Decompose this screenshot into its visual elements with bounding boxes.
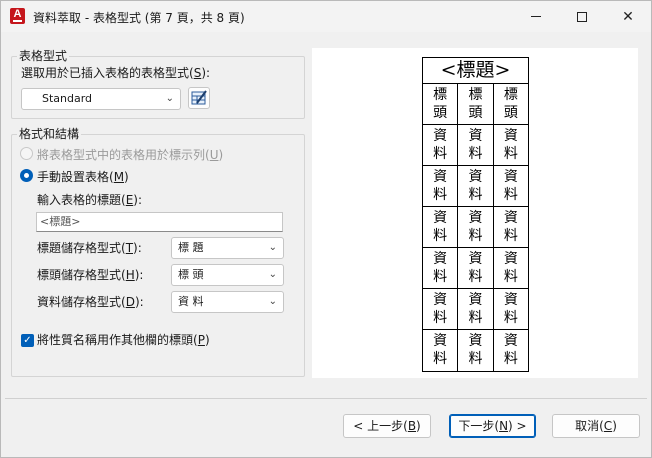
preview-data-cell: 資料 xyxy=(503,128,518,162)
preview-header-row: 標頭標頭標頭 xyxy=(423,84,528,125)
autocad-app-icon: A xyxy=(10,8,25,24)
window-title: 資料萃取 - 表格型式 (第 7 頁，共 8 頁) xyxy=(33,11,245,25)
property-name-header-checkbox[interactable]: ✓ xyxy=(21,334,34,347)
table-title-input[interactable]: <標題> xyxy=(36,212,283,232)
header-cell-style-label: 標頭儲存格型式(H): xyxy=(37,268,144,282)
header-cell-style-value: 標 頭 xyxy=(178,268,204,281)
preview-data-row: 資料資料資料 xyxy=(423,207,528,248)
use-table-style-radio[interactable] xyxy=(20,147,33,160)
table-style-edit-icon xyxy=(191,90,207,105)
data-cell-style-dropdown[interactable]: 資 料 ⌄ xyxy=(171,291,284,313)
chevron-down-icon: ⌄ xyxy=(268,296,277,307)
table-preview-panel: <標題> 標頭標頭標頭資料資料資料資料資料資料資料資料資料資料資料資料資料資料資… xyxy=(312,48,638,378)
manual-setup-label: 手動設置表格(M) xyxy=(37,170,129,184)
preview-data-cell: 資料 xyxy=(423,248,459,288)
cancel-button[interactable]: 取消(C) xyxy=(552,414,640,438)
preview-data-cell: 資料 xyxy=(503,210,518,244)
preview-data-cell: 資料 xyxy=(423,289,459,329)
preview-data-row: 資料資料資料 xyxy=(423,248,528,289)
preview-data-cell: 資料 xyxy=(458,207,494,247)
preview-data-row: 資料資料資料 xyxy=(423,330,528,371)
preview-data-cell: 資料 xyxy=(503,251,518,285)
preview-header-cell: 標頭 xyxy=(423,84,459,124)
close-icon: ✕ xyxy=(622,8,634,25)
minimize-button[interactable] xyxy=(513,1,559,32)
preview-data-cell: 資料 xyxy=(503,292,518,326)
manual-setup-radio[interactable] xyxy=(20,169,33,182)
table-style-group-title: 表格型式 xyxy=(17,47,70,64)
preview-title-cell: <標題> xyxy=(423,58,528,84)
checkmark-icon: ✓ xyxy=(23,335,32,346)
chevron-down-icon: ⌄ xyxy=(268,269,277,280)
table-style-dropdown[interactable]: Standard ⌄ xyxy=(21,88,181,110)
separator xyxy=(5,398,647,399)
preview-data-cell: 資料 xyxy=(458,330,494,371)
preview-data-row: 資料資料資料 xyxy=(423,166,528,207)
preview-header-cell: 標頭 xyxy=(503,87,518,121)
preview-data-cell: 資料 xyxy=(458,166,494,206)
table-style-value: Standard xyxy=(42,92,93,105)
table-preview: <標題> 標頭標頭標頭資料資料資料資料資料資料資料資料資料資料資料資料資料資料資… xyxy=(422,57,529,372)
preview-data-cell: 資料 xyxy=(503,333,518,367)
use-table-style-label: 將表格型式中的表格用於標示列(U) xyxy=(37,148,224,162)
table-title-prompt: 輸入表格的標題(E): xyxy=(37,193,143,207)
close-button[interactable]: ✕ xyxy=(605,1,651,32)
preview-data-cell: 資料 xyxy=(423,166,459,206)
chevron-down-icon: ⌄ xyxy=(268,242,277,253)
title-cell-style-label: 標題儲存格型式(T): xyxy=(37,241,142,255)
data-cell-style-label: 資料儲存格型式(D): xyxy=(37,295,144,309)
back-button[interactable]: < 上一步(B) xyxy=(343,414,431,438)
preview-data-cell: 資料 xyxy=(458,125,494,165)
header-cell-style-dropdown[interactable]: 標 頭 ⌄ xyxy=(171,264,284,286)
table-title-placeholder: <標題> xyxy=(40,215,81,228)
next-button[interactable]: 下一步(N) > xyxy=(449,414,536,438)
property-name-header-label: 將性質名稱用作其他欄的標頭(P) xyxy=(37,333,210,347)
preview-data-cell: 資料 xyxy=(423,125,459,165)
minimize-icon xyxy=(531,16,541,17)
preview-data-cell: 資料 xyxy=(458,289,494,329)
data-cell-style-value: 資 料 xyxy=(178,295,204,308)
table-style-dialog-button[interactable] xyxy=(188,87,210,109)
preview-data-cell: 資料 xyxy=(503,169,518,203)
table-style-prompt: 選取用於已插入表格的表格型式(S): xyxy=(21,66,211,80)
title-cell-style-dropdown[interactable]: 標 題 ⌄ xyxy=(171,237,284,259)
preview-header-cell: 標頭 xyxy=(458,84,494,124)
data-extraction-dialog: A 資料萃取 - 表格型式 (第 7 頁，共 8 頁) ✕ 表格型式 選取用於已… xyxy=(0,0,652,458)
app-icon-letter: A xyxy=(13,8,22,20)
preview-data-cell: 資料 xyxy=(423,207,459,247)
title-cell-style-value: 標 題 xyxy=(178,241,204,254)
chevron-down-icon: ⌄ xyxy=(165,93,174,104)
preview-data-cell: 資料 xyxy=(458,248,494,288)
format-structure-group-title: 格式和結構 xyxy=(17,125,82,142)
preview-data-row: 資料資料資料 xyxy=(423,289,528,330)
preview-data-row: 資料資料資料 xyxy=(423,125,528,166)
maximize-icon xyxy=(577,11,587,22)
preview-data-cell: 資料 xyxy=(423,330,459,371)
title-bar: A 資料萃取 - 表格型式 (第 7 頁，共 8 頁) ✕ xyxy=(1,1,651,32)
maximize-button[interactable] xyxy=(559,1,605,32)
